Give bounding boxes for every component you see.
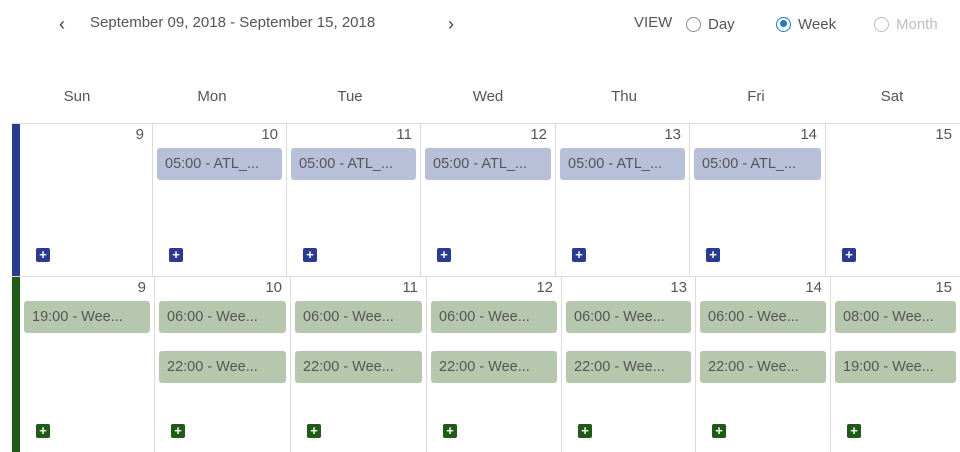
- add-event-icon[interactable]: +: [303, 248, 317, 262]
- calendar-event[interactable]: 05:00 - ATL_...: [560, 148, 685, 180]
- weekday-sat: Sat: [880, 88, 904, 105]
- day-cell[interactable]: 10 05:00 - ATL_... +: [153, 124, 287, 276]
- day-cell[interactable]: 14 05:00 - ATL_... +: [690, 124, 826, 276]
- day-number: 12: [536, 279, 553, 296]
- day-number: 11: [396, 126, 412, 143]
- add-event-icon[interactable]: +: [443, 424, 457, 438]
- radio-checked-icon: [776, 16, 791, 32]
- day-number: 9: [137, 279, 146, 296]
- day-number: 13: [664, 126, 681, 143]
- calendar-event[interactable]: 05:00 - ATL_...: [291, 148, 416, 180]
- calendar-event[interactable]: 22:00 - Wee...: [295, 351, 422, 383]
- calendar-event[interactable]: 06:00 - Wee...: [295, 301, 422, 333]
- calendar-event[interactable]: 22:00 - Wee...: [700, 351, 826, 383]
- day-cell[interactable]: 10 06:00 - Wee... 22:00 - Wee... +: [155, 277, 291, 452]
- weekday-sun: Sun: [63, 88, 91, 105]
- day-cell[interactable]: 9 +: [20, 124, 153, 276]
- day-cell[interactable]: 11 06:00 - Wee... 22:00 - Wee... +: [291, 277, 427, 452]
- day-number: 10: [265, 279, 282, 296]
- day-cell[interactable]: 15 08:00 - Wee... 19:00 - Wee... +: [831, 277, 960, 452]
- calendar-event[interactable]: 08:00 - Wee...: [835, 301, 956, 333]
- day-cell[interactable]: 15 +: [826, 124, 960, 276]
- add-event-icon[interactable]: +: [169, 248, 183, 262]
- chevron-left-icon[interactable]: ‹: [53, 12, 71, 36]
- calendar-event[interactable]: 22:00 - Wee...: [431, 351, 557, 383]
- view-week-label: Week: [798, 15, 837, 33]
- day-number: 15: [935, 279, 952, 296]
- calendar-row: 9 19:00 - Wee... +10 06:00 - Wee... 22:00 - …: [12, 276, 960, 452]
- day-number: 15: [935, 126, 952, 143]
- view-day-radio[interactable]: Day: [686, 13, 735, 35]
- radio-circle-icon: [686, 16, 701, 32]
- add-event-icon[interactable]: +: [36, 424, 50, 438]
- add-event-icon[interactable]: +: [572, 248, 586, 262]
- day-cell[interactable]: 13 05:00 - ATL_... +: [556, 124, 690, 276]
- weekday-fri: Fri: [747, 88, 765, 105]
- calendar-event[interactable]: 06:00 - Wee...: [159, 301, 286, 333]
- calendar-event[interactable]: 22:00 - Wee...: [566, 351, 691, 383]
- row-color-bar: [12, 124, 20, 276]
- calendar-toolbar: ‹ September 09, 2018 - September 15, 201…: [0, 0, 960, 50]
- weekday-mon: Mon: [197, 88, 227, 105]
- weekday-wed: Wed: [472, 88, 504, 105]
- chevron-right-icon[interactable]: ›: [442, 12, 460, 36]
- day-cell[interactable]: 11 05:00 - ATL_... +: [287, 124, 421, 276]
- calendar-event[interactable]: 19:00 - Wee...: [835, 351, 956, 383]
- weekday-tue: Tue: [337, 88, 363, 105]
- add-event-icon[interactable]: +: [706, 248, 720, 262]
- day-cell[interactable]: 12 05:00 - ATL_... +: [421, 124, 556, 276]
- calendar-event[interactable]: 05:00 - ATL_...: [425, 148, 551, 180]
- day-number: 14: [805, 279, 822, 296]
- day-number: 13: [670, 279, 687, 296]
- radio-circle-icon: [874, 16, 889, 32]
- day-cell[interactable]: 14 06:00 - Wee... 22:00 - Wee... +: [696, 277, 831, 452]
- add-event-icon[interactable]: +: [578, 424, 592, 438]
- add-event-icon[interactable]: +: [36, 248, 50, 262]
- calendar-event[interactable]: 05:00 - ATL_...: [694, 148, 821, 180]
- calendar-event[interactable]: 05:00 - ATL_...: [157, 148, 282, 180]
- row-color-bar: [12, 277, 20, 452]
- add-event-icon[interactable]: +: [307, 424, 321, 438]
- day-number: 14: [800, 126, 817, 143]
- day-number: 9: [135, 126, 144, 143]
- calendar-event[interactable]: 19:00 - Wee...: [24, 301, 150, 333]
- add-event-icon[interactable]: +: [437, 248, 451, 262]
- calendar-event[interactable]: 06:00 - Wee...: [566, 301, 691, 333]
- calendar-event[interactable]: 06:00 - Wee...: [700, 301, 826, 333]
- view-week-radio[interactable]: Week: [776, 13, 836, 35]
- calendar-event[interactable]: 22:00 - Wee...: [159, 351, 286, 383]
- day-number: 10: [261, 126, 278, 143]
- day-number: 12: [530, 126, 547, 143]
- calendar-event[interactable]: 06:00 - Wee...: [431, 301, 557, 333]
- view-month-radio[interactable]: Month: [874, 13, 938, 35]
- day-cell[interactable]: 9 19:00 - Wee... +: [20, 277, 155, 452]
- add-event-icon[interactable]: +: [712, 424, 726, 438]
- view-label: VIEW: [634, 14, 673, 31]
- add-event-icon[interactable]: +: [842, 248, 856, 262]
- day-number: 11: [402, 279, 418, 296]
- view-day-label: Day: [708, 15, 735, 33]
- day-cell[interactable]: 12 06:00 - Wee... 22:00 - Wee... +: [427, 277, 562, 452]
- day-cell[interactable]: 13 06:00 - Wee... 22:00 - Wee... +: [562, 277, 696, 452]
- date-range-label: September 09, 2018 - September 15, 2018: [90, 14, 376, 31]
- add-event-icon[interactable]: +: [171, 424, 185, 438]
- view-month-label: Month: [896, 15, 938, 33]
- weekday-thu: Thu: [611, 88, 637, 105]
- add-event-icon[interactable]: +: [847, 424, 861, 438]
- calendar-row: 9 +10 05:00 - ATL_... +11 05:00 - ATL_... +12…: [12, 123, 960, 276]
